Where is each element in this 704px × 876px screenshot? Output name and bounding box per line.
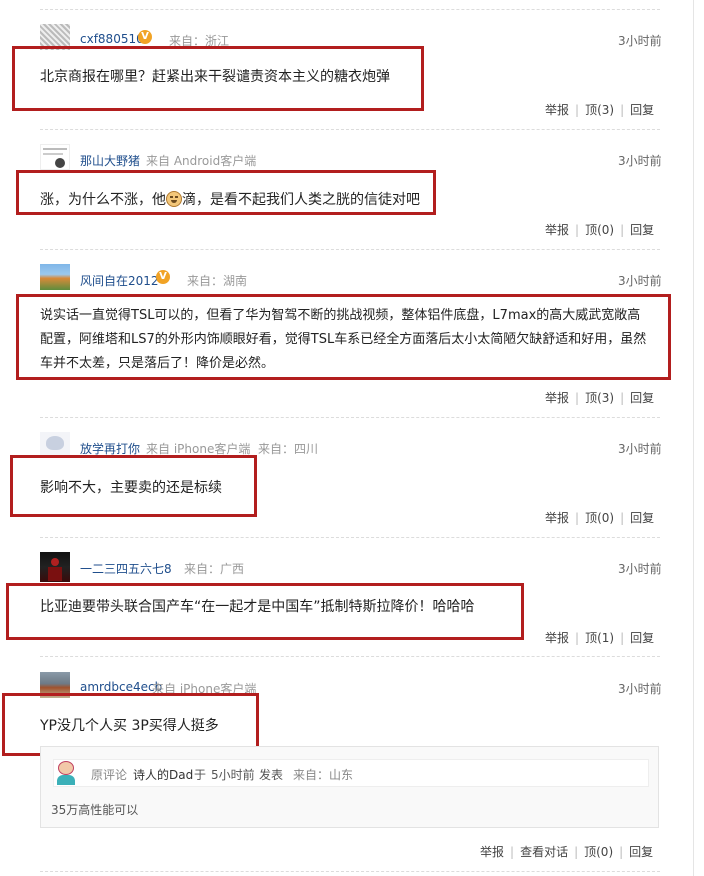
comment-username[interactable]: cxf880510 <box>80 32 144 46</box>
highlight-box <box>12 46 424 111</box>
page-right-border <box>693 0 694 876</box>
comment-username[interactable]: amrdbce4ecb <box>80 680 162 694</box>
comment-username[interactable]: 那山大野猪 <box>80 152 140 169</box>
comment-separator <box>40 656 660 657</box>
comment-separator <box>40 249 660 250</box>
upvote-button[interactable]: 顶(0) <box>585 509 614 526</box>
comment-separator <box>40 537 660 538</box>
quoted-comment: 原评论 诗人的Dad 于 5小时前 发表 来自：山东 35万高性能可以 <box>40 746 659 828</box>
report-button[interactable]: 举报 <box>545 629 569 646</box>
comment-actions: 举报 | 查看对话 | 顶(0) | 回复 <box>480 843 654 860</box>
upvote-button[interactable]: 顶(3) <box>585 101 614 118</box>
quote-location: 来自：山东 <box>293 768 354 782</box>
verified-badge-icon: V <box>138 30 152 44</box>
comment-time: 3小时前 <box>618 682 662 696</box>
comment-source: 来自：湖南 <box>187 274 248 288</box>
reply-button[interactable]: 回复 <box>629 843 653 860</box>
comment-actions: 举报 | 顶(1) | 回复 <box>545 629 655 646</box>
avatar[interactable] <box>40 264 70 290</box>
report-button[interactable]: 举报 <box>545 509 569 526</box>
verified-badge-icon: V <box>156 270 170 284</box>
report-button[interactable]: 举报 <box>545 101 569 118</box>
comment-time: 3小时前 <box>618 274 662 288</box>
reply-button[interactable]: 回复 <box>630 101 654 118</box>
quote-text: 35万高性能可以 <box>51 803 139 817</box>
quote-avatar[interactable] <box>55 759 77 785</box>
comment-actions: 举报 | 顶(0) | 回复 <box>545 509 655 526</box>
upvote-button[interactable]: 顶(0) <box>584 843 613 860</box>
upvote-button[interactable]: 顶(0) <box>585 221 614 238</box>
comment-time: 3小时前 <box>618 154 662 168</box>
quote-action: 发表 <box>259 768 284 782</box>
comment-username[interactable]: 一二三四五六七8 <box>80 560 172 577</box>
quote-label: 原评论 <box>91 768 128 782</box>
quote-username[interactable]: 诗人的Dad <box>133 766 193 783</box>
view-conversation-button[interactable]: 查看对话 <box>520 843 568 860</box>
comment-separator <box>40 129 660 130</box>
report-button[interactable]: 举报 <box>545 221 569 238</box>
highlight-box <box>16 294 671 380</box>
comment-actions: 举报 | 顶(3) | 回复 <box>545 101 655 118</box>
comment-separator <box>40 871 660 872</box>
highlight-box <box>10 455 257 517</box>
comment-source: 来自 Android客户端 <box>146 154 257 168</box>
upvote-button[interactable]: 顶(1) <box>585 629 614 646</box>
reply-button[interactable]: 回复 <box>630 221 654 238</box>
upvote-button[interactable]: 顶(3) <box>585 389 614 406</box>
comment-time: 3小时前 <box>618 562 662 576</box>
report-button[interactable]: 举报 <box>545 389 569 406</box>
comment-separator <box>40 417 660 418</box>
comment-source: 来自：广西 <box>184 562 245 576</box>
comment-actions: 举报 | 顶(0) | 回复 <box>545 221 655 238</box>
comment-username[interactable]: 风间自在2012 <box>80 272 159 289</box>
report-button[interactable]: 举报 <box>480 843 504 860</box>
avatar[interactable] <box>40 552 70 582</box>
reply-button[interactable]: 回复 <box>630 509 654 526</box>
comment-time: 3小时前 <box>618 34 662 48</box>
reply-button[interactable]: 回复 <box>630 629 654 646</box>
comment-actions: 举报 | 顶(3) | 回复 <box>545 389 655 406</box>
comment-separator <box>40 9 660 10</box>
highlight-box <box>16 170 436 215</box>
quote-time: 5小时前 <box>211 768 255 782</box>
highlight-box <box>6 583 524 640</box>
avatar[interactable] <box>40 144 70 170</box>
comment-location: 来自：四川 <box>258 442 319 456</box>
comment-time: 3小时前 <box>618 442 662 456</box>
quote-prep: 于 <box>194 768 207 782</box>
reply-button[interactable]: 回复 <box>630 389 654 406</box>
